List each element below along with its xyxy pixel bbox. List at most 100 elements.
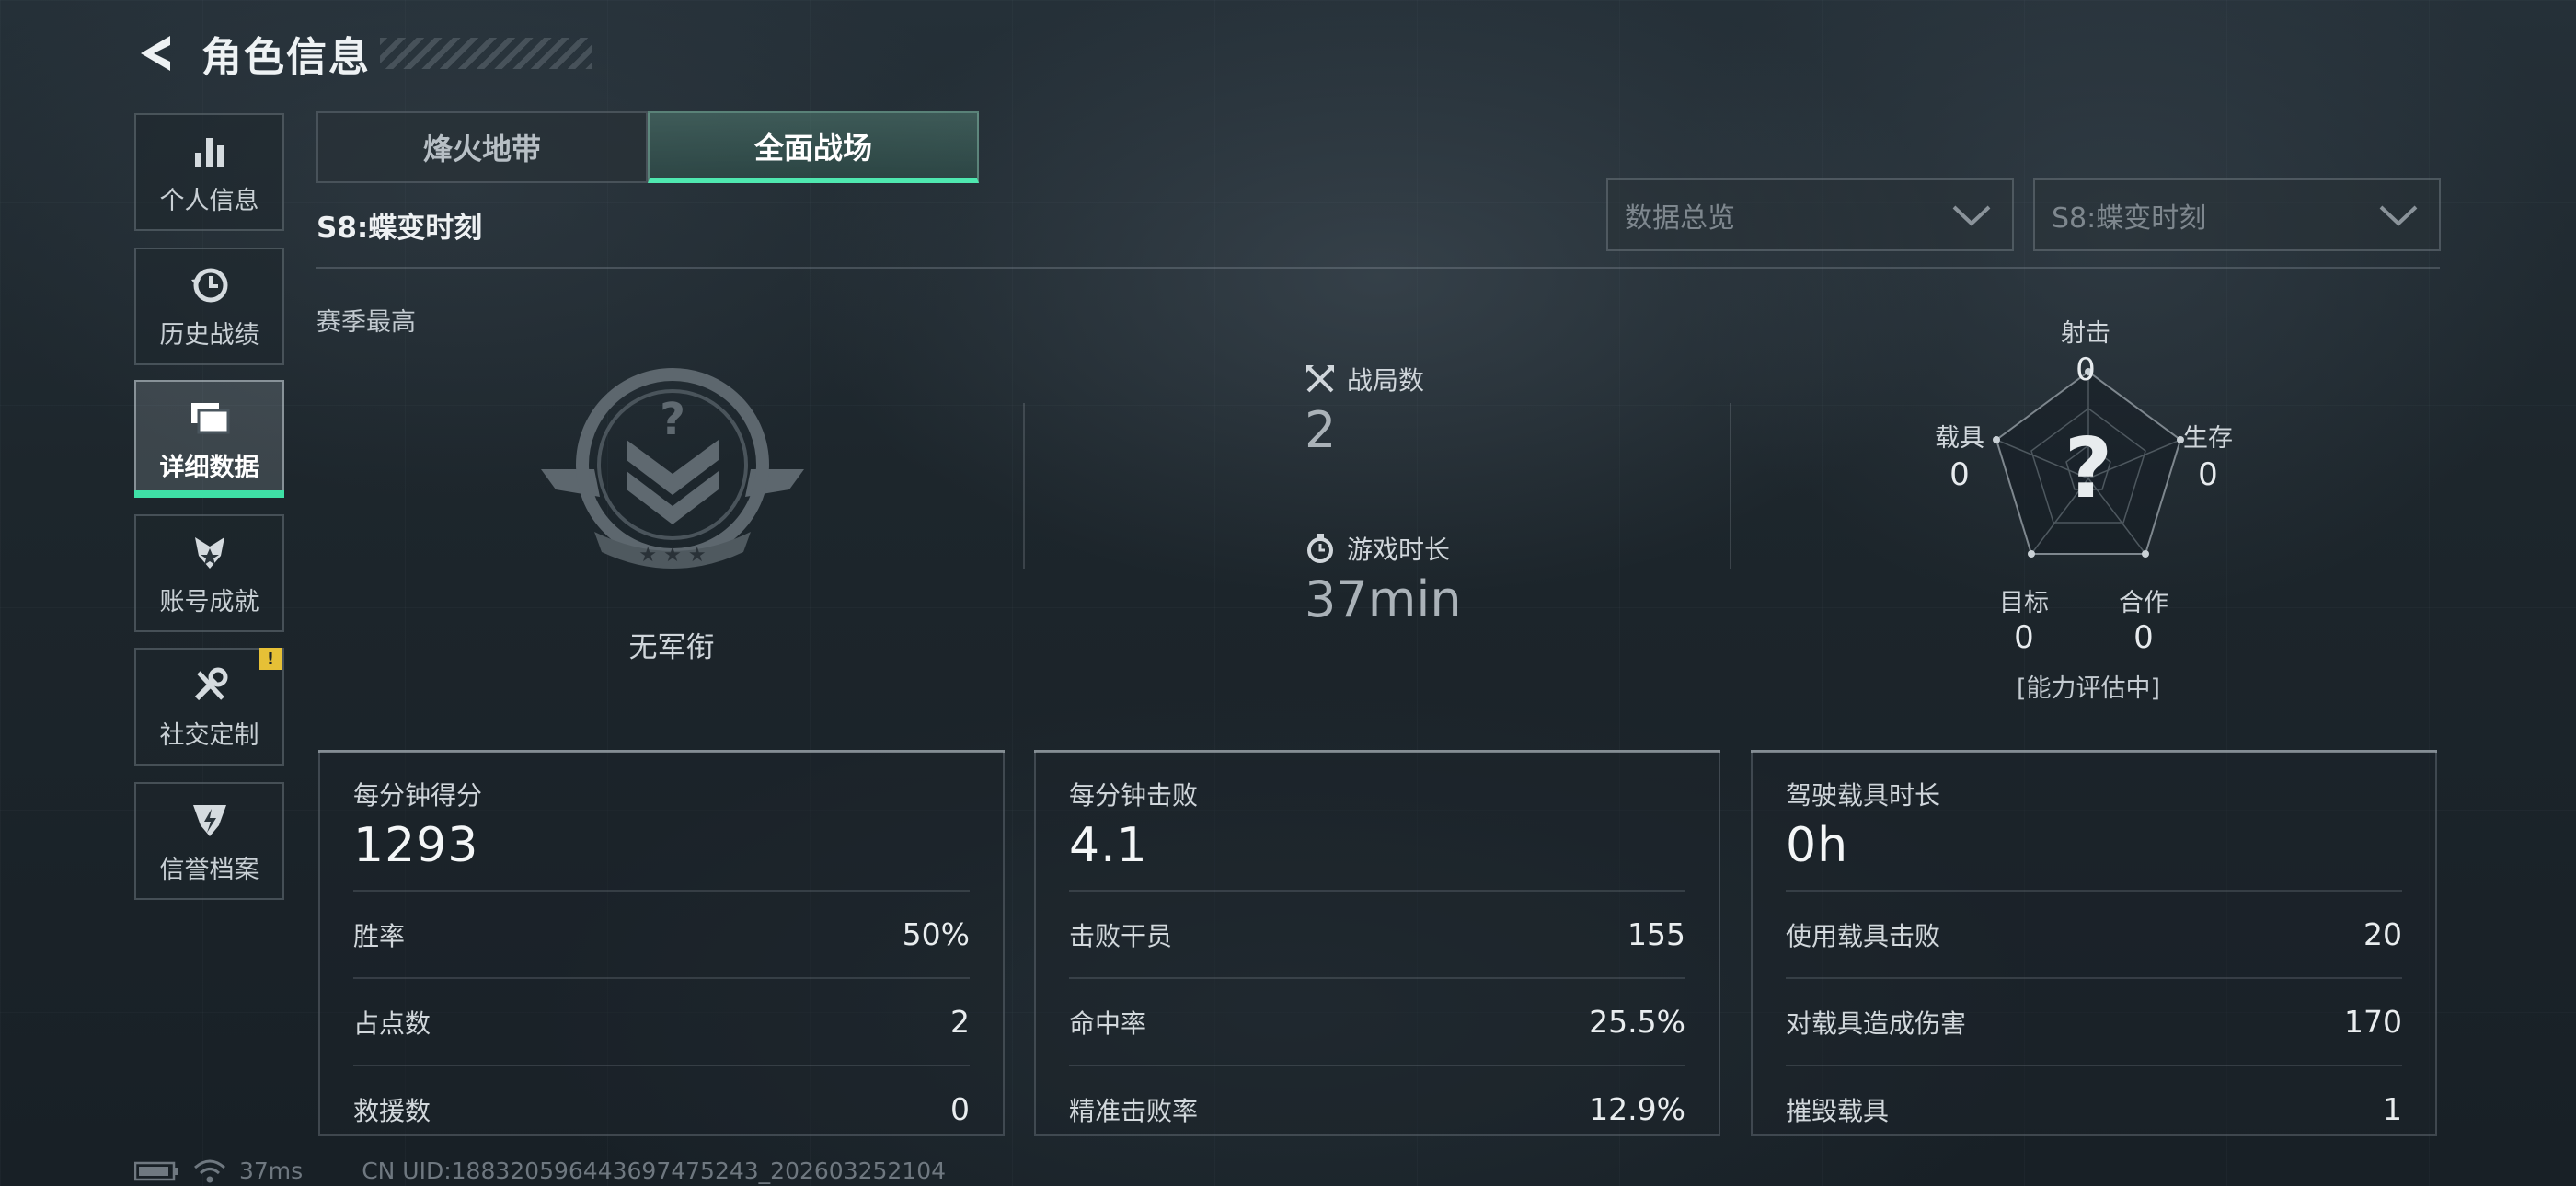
history-clock-icon	[190, 268, 227, 302]
sidebar-item-label: 账号成就	[159, 587, 259, 616]
row-label: 击败干员	[1069, 920, 1173, 951]
matches-label: 战局数	[1347, 365, 1425, 396]
row-value: 2	[950, 1004, 970, 1040]
page-title: 角色信息	[201, 34, 371, 81]
playtime-label: 游戏时长	[1347, 535, 1451, 565]
card-title: 每分钟得分	[353, 780, 483, 811]
card-value: 1293	[353, 818, 479, 873]
radar-value-cooperation: 0	[2133, 619, 2154, 656]
tab-hazard-zone[interactable]: 烽火地带	[316, 111, 648, 183]
playtime-value: 37min	[1305, 570, 1462, 628]
dropdown-value: 数据总览	[1625, 202, 1735, 235]
row-label: 胜率	[353, 920, 406, 951]
table-row: 占点数 2	[353, 977, 970, 1065]
crossed-swords-icon	[1306, 365, 1334, 393]
row-value: 170	[2344, 1004, 2402, 1040]
stat-card-vehicle: 驾驶载具时长 0h 使用载具击败 20 对载具造成伤害 170 摧毁载具 1	[1751, 750, 2437, 1136]
tab-all-out-warfare[interactable]: 全面战场	[648, 111, 979, 183]
radar-value-survival: 0	[2198, 456, 2218, 493]
radar-label-objective: 目标	[1999, 589, 2049, 617]
row-label: 使用载具击败	[1786, 920, 1941, 951]
radar-value-vehicle: 0	[1949, 456, 1970, 493]
row-label: 对载具造成伤害	[1786, 1008, 1967, 1039]
radar-label-shooting: 射击	[2061, 319, 2110, 348]
divider	[1730, 403, 1731, 569]
rank-emblem-icon: ? ★ ★ ★	[541, 368, 804, 569]
ping-value: 37ms	[239, 1157, 304, 1184]
card-title: 驾驶载具时长	[1786, 780, 1941, 811]
sidebar-item-label: 历史战绩	[159, 320, 259, 350]
sidebar-item-label: 详细数据	[159, 453, 259, 482]
row-value: 50%	[902, 916, 970, 952]
radar-value-objective: 0	[2014, 619, 2034, 656]
wifi-icon	[194, 1159, 225, 1182]
svg-text:?: ?	[660, 394, 685, 445]
mode-tabs: 烽火地带 全面战场	[316, 111, 979, 183]
card-value: 4.1	[1069, 818, 1148, 873]
sidebar-item-achievements[interactable]: 账号成就	[134, 514, 284, 632]
row-value: 20	[2363, 916, 2402, 952]
row-label: 精准击败率	[1069, 1095, 1199, 1126]
notification-badge: !	[259, 648, 282, 670]
radar-label-survival: 生存	[2183, 424, 2233, 453]
folders-icon	[190, 402, 229, 433]
card-title: 每分钟击败	[1069, 780, 1199, 811]
tools-icon	[194, 667, 227, 700]
table-row: 命中率 25.5%	[1069, 977, 1685, 1065]
table-row: 胜率 50%	[353, 890, 970, 977]
playtime-stat: 游戏时长 37min	[1305, 530, 1462, 628]
table-row: 救援数 0	[353, 1065, 970, 1152]
uid-text: CN UID:18832059644369747524​3_2026032521…	[362, 1157, 947, 1184]
matches-value: 2	[1305, 401, 1337, 459]
rank-name: 无军衔	[628, 631, 715, 664]
table-row: 对载具造成伤害 170	[1786, 977, 2402, 1065]
data-type-dropdown[interactable]: 数据总览	[1606, 178, 2014, 251]
matches-stat: 战局数 2	[1305, 361, 1424, 459]
row-value: 155	[1627, 916, 1685, 952]
row-label: 命中率	[1069, 1008, 1147, 1039]
medal-icon	[194, 536, 224, 569]
sidebar-item-detail-data[interactable]: 详细数据	[134, 380, 284, 498]
stat-card-kills: 每分钟击败 4.1 击败干员 155 命中率 25.5% 精准击败率 12.9%	[1034, 750, 1720, 1136]
row-value: 12.9%	[1589, 1091, 1685, 1127]
card-value: 0h	[1786, 818, 1849, 873]
sidebar-item-social-custom[interactable]: 社交定制 !	[134, 648, 284, 766]
stopwatch-icon	[1307, 534, 1333, 563]
row-label: 占点数	[353, 1008, 431, 1039]
sidebar-item-history[interactable]: 历史战绩	[134, 248, 284, 365]
table-row: 摧毁载具 1	[1786, 1065, 2402, 1152]
page-header: 角色信息	[133, 26, 592, 81]
table-row: 使用载具击败 20	[1786, 890, 2402, 977]
season-title: S8:蝶变时刻	[316, 212, 483, 245]
row-label: 救援数	[353, 1095, 431, 1126]
back-arrow-icon[interactable]	[133, 30, 179, 76]
season-best-label: 赛季最高	[316, 308, 416, 337]
status-footer: 37ms CN UID:18832059644369747524​3_20260…	[134, 1157, 946, 1184]
svg-text:★ ★ ★: ★ ★ ★	[638, 544, 706, 567]
shield-bolt-icon	[192, 804, 226, 836]
chevron-down-icon	[2379, 205, 2418, 226]
table-row: 击败干员 155	[1069, 890, 1685, 977]
bar-chart-icon	[194, 137, 224, 167]
radar-center-glyph: ?	[2064, 420, 2112, 517]
radar-label-cooperation: 合作	[2119, 589, 2168, 617]
row-value: 25.5%	[1589, 1004, 1685, 1040]
table-row: 精准击败率 12.9%	[1069, 1065, 1685, 1152]
row-label: 摧毁载具	[1786, 1095, 1890, 1126]
divider	[316, 267, 2440, 269]
sidebar-item-personal-info[interactable]: 个人信息	[134, 113, 284, 231]
season-dropdown[interactable]: S8:蝶变时刻	[2033, 178, 2441, 251]
radar-status: [能力评估中]	[2016, 674, 2161, 703]
title-decoration	[380, 38, 592, 69]
divider	[1023, 403, 1025, 569]
sidebar-item-label: 信誉档案	[159, 855, 259, 884]
stat-card-score: 每分钟得分 1293 胜率 50% 占点数 2 救援数 0	[318, 750, 1005, 1136]
radar-label-vehicle: 载具	[1935, 424, 1984, 453]
radar-value-shooting: 0	[2076, 351, 2096, 388]
sidebar-item-label: 社交定制	[159, 720, 259, 750]
chevron-down-icon	[1952, 205, 1991, 226]
row-value: 1	[2383, 1091, 2402, 1127]
sidebar-item-reputation[interactable]: 信誉档案	[134, 782, 284, 900]
battery-icon	[134, 1161, 178, 1180]
dropdown-value: S8:蝶变时刻	[2052, 202, 2207, 235]
